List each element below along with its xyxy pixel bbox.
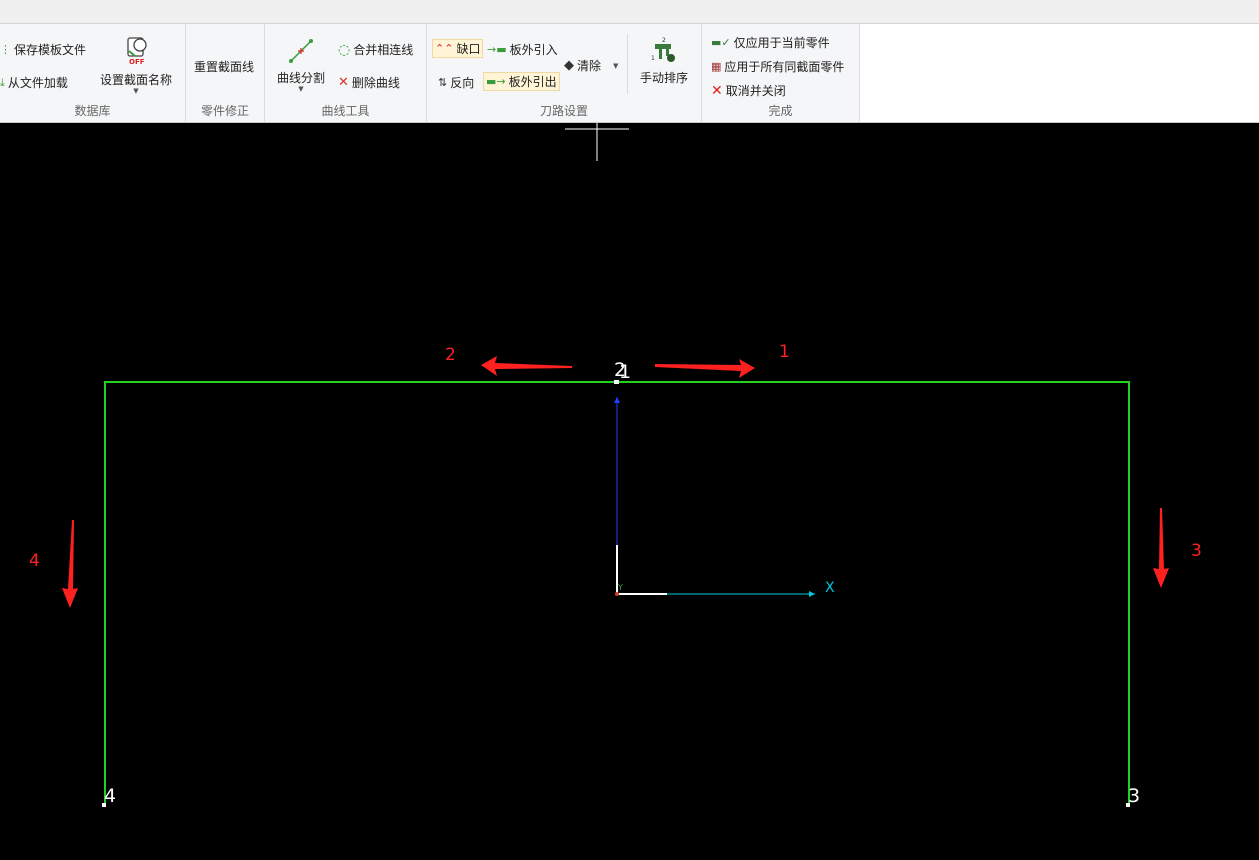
curve-tools-group-label: 曲线工具 bbox=[321, 104, 370, 118]
section-name-icon: OFF bbox=[127, 37, 147, 66]
y-axis-label: Y bbox=[618, 583, 623, 592]
lead-in-icon: →▬ bbox=[487, 42, 507, 56]
x-axis-label: X bbox=[825, 580, 835, 596]
red-arrow-left bbox=[481, 356, 572, 376]
delete-curve-icon: ✕ bbox=[338, 74, 349, 90]
apply-all-label: 应用于所有同截面零件 bbox=[724, 60, 845, 74]
annotation-number-3: 3 bbox=[1191, 541, 1202, 561]
vertex-label-3: 3 bbox=[1128, 785, 1141, 807]
annotation-number-1: 1 bbox=[779, 342, 790, 362]
finish-group-label: 完成 bbox=[768, 104, 793, 118]
viewport-drawing bbox=[62, 123, 1169, 807]
part-fix-group-label: 零件修正 bbox=[200, 104, 249, 118]
group-database: ⋮ 保存模板文件 ⤓ 从文件加载 OFF 设置截面名称 ▼ 数据库 bbox=[0, 24, 186, 122]
merge-lines-label: 合并相连线 bbox=[353, 43, 414, 57]
red-arrow-down-left bbox=[62, 520, 78, 608]
apply-all-button[interactable]: ▦ 应用于所有同截面零件 bbox=[711, 58, 844, 75]
delete-curve-label: 删除曲线 bbox=[351, 76, 400, 90]
load-from-file-label: 从文件加载 bbox=[7, 76, 68, 90]
set-section-name-button[interactable]: OFF 设置截面名称 ▼ bbox=[98, 36, 174, 95]
group-finish: ▬✓ 仅应用于当前零件 ▦ 应用于所有同截面零件 ✕ 取消并关闭 完成 bbox=[702, 24, 860, 122]
clear-icon: ◆ bbox=[564, 57, 574, 73]
split-curve-label: 曲线分割 bbox=[276, 71, 325, 85]
svg-text:2: 2 bbox=[662, 37, 666, 44]
toolpath-separator bbox=[627, 34, 628, 94]
clear-label: 清除 bbox=[577, 59, 602, 73]
origin-point bbox=[615, 592, 619, 596]
vertex-label-top-overlap: 1 bbox=[619, 361, 632, 383]
group-toolpath: ⌃⌃ 缺口 →▬ 板外引入 ◆ 清除 ▼ ⇅ 反向 ▬→ 板外引出 2 1 手动… bbox=[427, 24, 702, 122]
notch-icon: ⌃⌃ bbox=[435, 41, 454, 55]
group-part-fix: 重置截面线 零件修正 bbox=[186, 24, 265, 122]
notch-label: 缺口 bbox=[456, 42, 481, 56]
cancel-close-button[interactable]: ✕ 取消并关闭 bbox=[711, 82, 786, 99]
lead-out-icon: ▬→ bbox=[486, 74, 506, 88]
manual-sort-label: 手动排序 bbox=[639, 71, 688, 85]
split-curve-icon bbox=[289, 39, 313, 63]
cancel-close-label: 取消并关闭 bbox=[725, 84, 786, 98]
apply-current-icon: ▬✓ bbox=[711, 35, 731, 49]
manual-sort-button[interactable]: 2 1 手动排序 bbox=[635, 36, 693, 86]
merge-lines-button[interactable]: ◌ 合并相连线 bbox=[338, 41, 413, 58]
merge-icon: ◌ bbox=[338, 41, 351, 58]
reset-section-button[interactable]: 重置截面线 bbox=[194, 58, 254, 75]
red-arrow-right bbox=[655, 359, 755, 378]
manual-sort-icon: 2 1 bbox=[651, 37, 675, 62]
split-curve-button[interactable]: 曲线分割 ▼ bbox=[273, 36, 329, 93]
crosshair-cursor bbox=[565, 123, 629, 161]
reverse-label: 反向 bbox=[450, 76, 475, 90]
set-section-name-label: 设置截面名称 bbox=[99, 73, 172, 87]
save-template-button[interactable]: ⋮ 保存模板文件 bbox=[0, 41, 86, 58]
toolpath-group-label: 刀路设置 bbox=[539, 104, 588, 118]
database-group-label: 数据库 bbox=[74, 104, 111, 118]
title-strip bbox=[0, 0, 1259, 24]
dropdown-arrow-icon: ▼ bbox=[133, 87, 139, 95]
cancel-icon: ✕ bbox=[711, 82, 723, 99]
delete-curve-button[interactable]: ✕ 删除曲线 bbox=[338, 74, 400, 91]
notch-button[interactable]: ⌃⌃ 缺口 bbox=[432, 39, 484, 58]
clear-button[interactable]: ◆ 清除 ▼ bbox=[564, 57, 618, 74]
group-curve-tools: 曲线分割 ▼ ◌ 合并相连线 ✕ 删除曲线 曲线工具 bbox=[265, 24, 427, 122]
save-template-icon: ⋮ bbox=[0, 42, 11, 56]
load-from-file-button[interactable]: ⤓ 从文件加载 bbox=[0, 74, 68, 91]
vertex-label-4: 4 bbox=[104, 785, 117, 807]
lead-in-label: 板外引入 bbox=[509, 43, 558, 57]
reset-section-label: 重置截面线 bbox=[194, 60, 255, 74]
lead-out-button[interactable]: ▬→ 板外引出 bbox=[483, 72, 560, 91]
clear-dropdown-arrow-icon: ▼ bbox=[613, 61, 619, 70]
save-template-label: 保存模板文件 bbox=[14, 43, 87, 57]
lead-in-button[interactable]: →▬ 板外引入 bbox=[487, 41, 558, 58]
reverse-icon: ⇅ bbox=[438, 75, 448, 89]
ribbon-empty-area bbox=[860, 24, 1259, 122]
ribbon-toolbar: ⋮ 保存模板文件 ⤓ 从文件加载 OFF 设置截面名称 ▼ 数据库 重置截面线 … bbox=[0, 24, 1259, 123]
apply-current-button[interactable]: ▬✓ 仅应用于当前零件 bbox=[711, 34, 830, 51]
annotation-number-4: 4 bbox=[29, 551, 40, 571]
annotation-number-2: 2 bbox=[445, 345, 456, 365]
reverse-button[interactable]: ⇅ 反向 bbox=[438, 74, 474, 91]
svg-text:1: 1 bbox=[651, 55, 655, 62]
cad-viewport[interactable]: 2 1 4 3 2 1 3 4 X Y bbox=[0, 123, 1259, 860]
apply-current-label: 仅应用于当前零件 bbox=[733, 36, 830, 50]
load-file-icon: ⤓ bbox=[0, 75, 5, 89]
lead-out-label: 板外引出 bbox=[508, 75, 557, 89]
split-dropdown-arrow-icon: ▼ bbox=[298, 85, 304, 93]
apply-all-icon: ▦ bbox=[711, 59, 722, 73]
red-arrow-down-right bbox=[1153, 508, 1169, 588]
off-badge: OFF bbox=[129, 58, 145, 66]
